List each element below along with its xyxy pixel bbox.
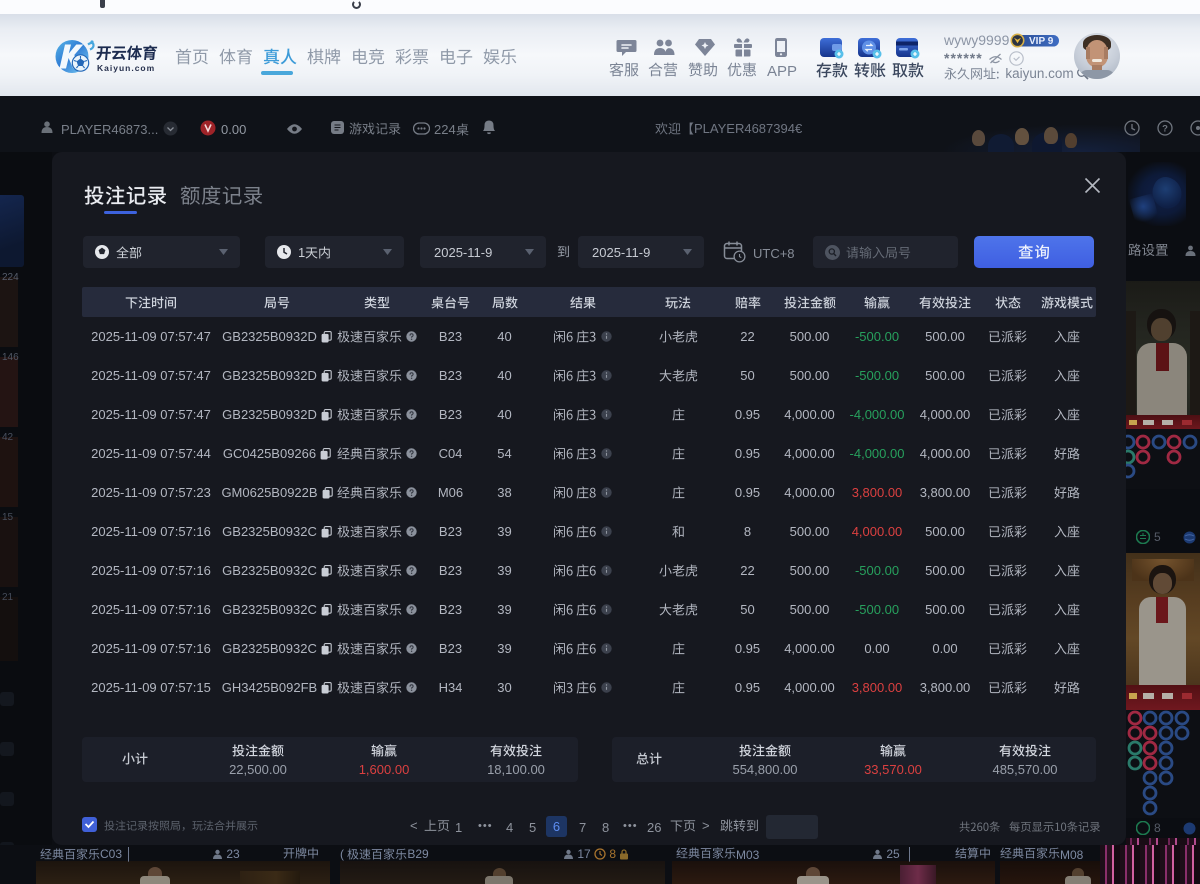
svg-text:?: ? (1162, 124, 1168, 135)
svg-text:VIP 9: VIP 9 (1029, 36, 1054, 47)
